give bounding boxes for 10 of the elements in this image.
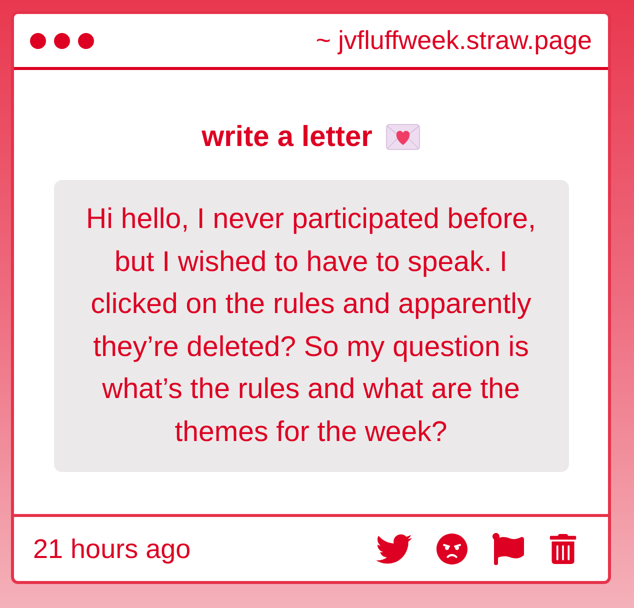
flag-icon[interactable] [492, 533, 524, 565]
message-text: Hi hello, I never participated before, but I wished to have to speak. I clicked on the rules and apparently they’re deleted? So my question is what’s the rules and what are the themes for the week? [54, 180, 568, 472]
window-dot-icon [78, 32, 94, 48]
trash-icon[interactable] [548, 534, 578, 564]
post-title: write a letter [202, 120, 372, 154]
angry-face-icon[interactable] [436, 533, 468, 565]
timestamp: 21 hours ago [33, 534, 191, 564]
window-dot-icon [54, 32, 70, 48]
window-dot-icon [30, 32, 46, 48]
site-url: ~ jvfluffweek.straw.page [316, 25, 592, 56]
